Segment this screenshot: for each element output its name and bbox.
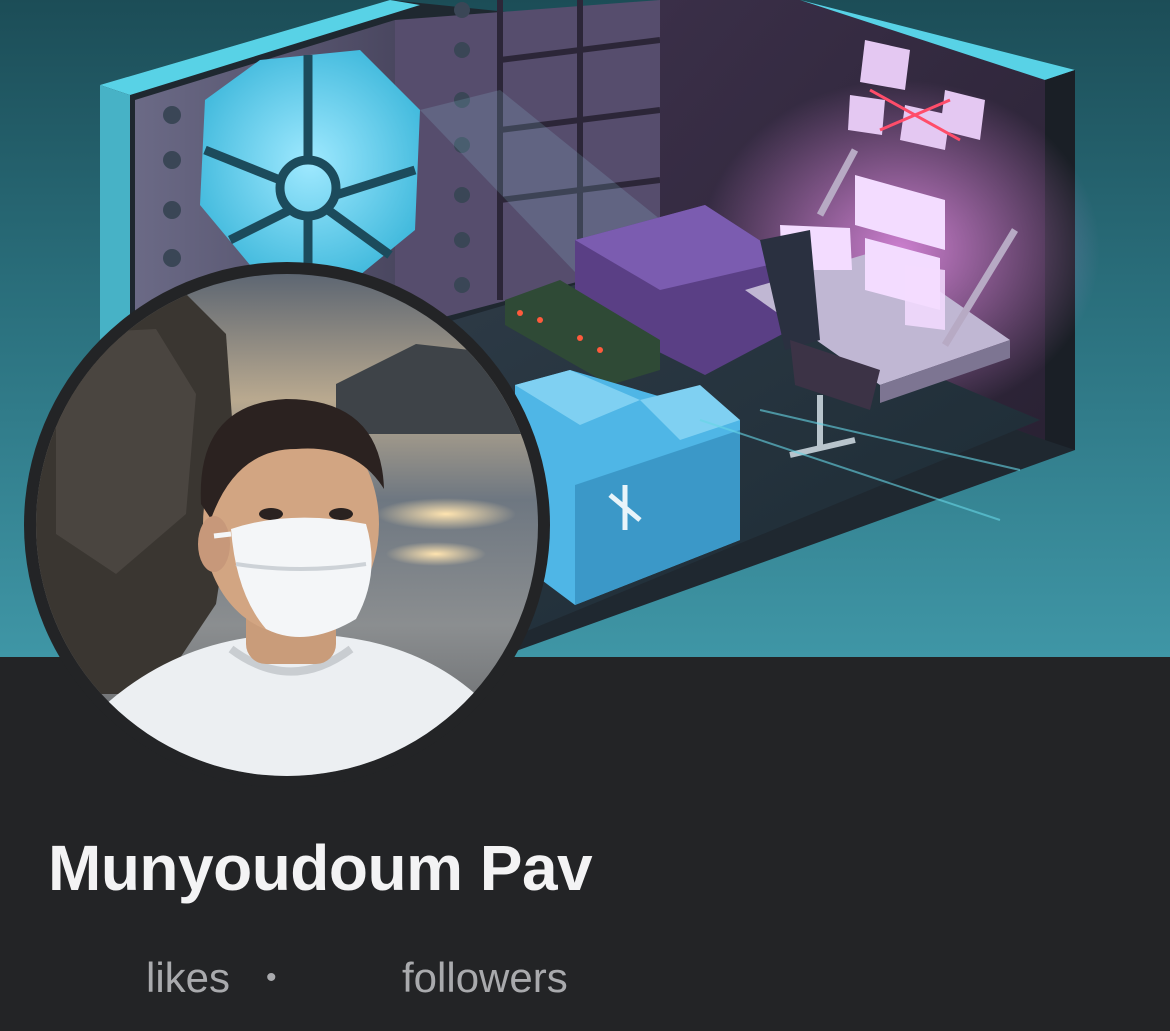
likes-label[interactable]: likes xyxy=(146,950,230,1006)
followers-label[interactable]: followers xyxy=(402,950,568,1006)
stats-separator: • xyxy=(266,961,277,994)
profile-page: Munyoudoum Pav likes • followers xyxy=(0,0,1170,1031)
profile-name: Munyoudoum Pav xyxy=(48,832,593,904)
avatar[interactable] xyxy=(24,262,550,788)
profile-photo xyxy=(36,274,538,776)
profile-stats: likes • followers xyxy=(0,950,1170,1006)
